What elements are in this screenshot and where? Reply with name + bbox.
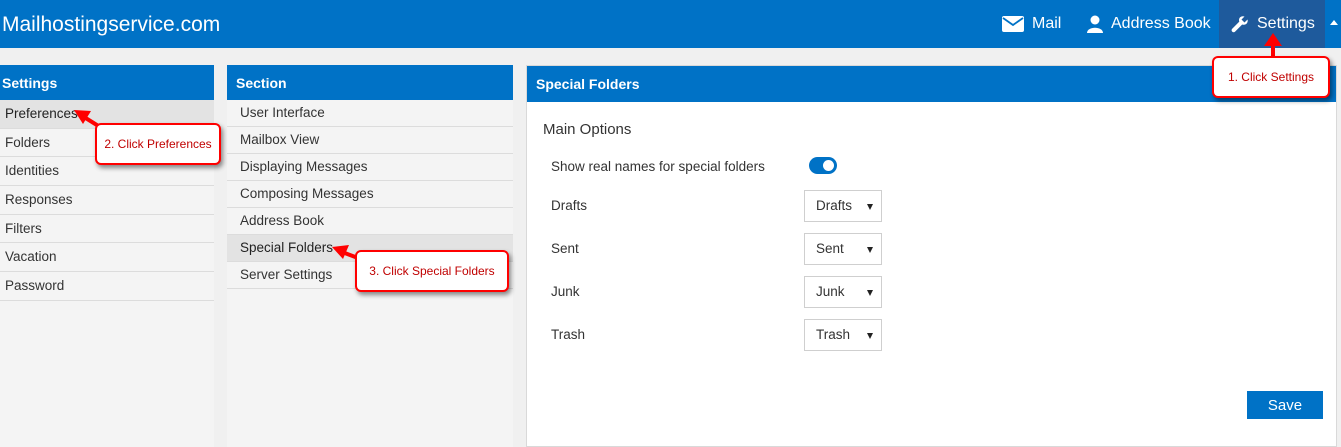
sent-select[interactable]: Sent xyxy=(804,233,882,265)
chevron-down-icon xyxy=(867,247,873,253)
sent-select-value: Sent xyxy=(816,241,844,256)
settings-panel-title: Settings xyxy=(0,65,214,100)
callout-step-3: 3. Click Special Folders xyxy=(355,250,509,292)
chevron-down-icon xyxy=(867,290,873,296)
chevron-down-icon xyxy=(867,204,873,210)
trash-select[interactable]: Trash xyxy=(804,319,882,351)
trash-label: Trash xyxy=(551,327,586,342)
nav-settings[interactable]: Settings xyxy=(1219,0,1325,48)
show-real-names-label: Show real names for special folders xyxy=(551,159,765,174)
callout-step-3-text: 3. Click Special Folders xyxy=(357,252,507,290)
junk-select-value: Junk xyxy=(816,284,845,299)
junk-select[interactable]: Junk xyxy=(804,276,882,308)
nav-settings-label: Settings xyxy=(1257,15,1315,32)
nav-address-book[interactable]: Address Book xyxy=(1087,0,1211,48)
wrench-icon xyxy=(1231,15,1249,33)
nav-mail[interactable]: Mail xyxy=(1002,0,1061,48)
toggle-knob xyxy=(823,160,834,171)
callout-step-2-text: 2. Click Preferences xyxy=(97,125,219,163)
settings-item-vacation[interactable]: Vacation xyxy=(0,243,214,273)
brand-logo[interactable]: Mailhostingservice.com xyxy=(2,13,220,37)
settings-item-filters[interactable]: Filters xyxy=(0,215,214,244)
show-real-names-toggle[interactable] xyxy=(809,157,837,174)
section-item-displaying-messages[interactable]: Displaying Messages xyxy=(227,154,513,181)
save-button[interactable]: Save xyxy=(1247,391,1323,419)
special-folders-panel: Special Folders Main Options Show real n… xyxy=(526,65,1337,447)
section-panel-title: Section xyxy=(227,65,513,100)
drafts-label: Drafts xyxy=(551,198,588,213)
chevron-down-icon xyxy=(867,333,873,339)
section-item-mailbox-view[interactable]: Mailbox View xyxy=(227,127,513,154)
callout-step-1: 1. Click Settings xyxy=(1212,56,1330,98)
callout-step-1-text: 1. Click Settings xyxy=(1214,58,1328,96)
top-bar: Mailhostingservice.com Mail Address Book… xyxy=(0,0,1341,48)
settings-item-password[interactable]: Password xyxy=(0,272,214,301)
envelope-icon xyxy=(1002,16,1024,32)
callout-step-2: 2. Click Preferences xyxy=(95,123,221,165)
section-item-user-interface[interactable]: User Interface xyxy=(227,100,513,127)
caret-up-icon[interactable] xyxy=(1330,20,1338,25)
section-item-composing-messages[interactable]: Composing Messages xyxy=(227,181,513,208)
drafts-select[interactable]: Drafts xyxy=(804,190,882,222)
user-icon xyxy=(1087,15,1103,33)
settings-item-responses[interactable]: Responses xyxy=(0,186,214,215)
nav-mail-label: Mail xyxy=(1032,15,1062,32)
sent-label: Sent xyxy=(551,241,579,256)
section-item-address-book[interactable]: Address Book xyxy=(227,208,513,235)
trash-select-value: Trash xyxy=(816,327,851,342)
main-options-heading: Main Options xyxy=(543,121,632,138)
nav-address-book-label: Address Book xyxy=(1111,15,1211,32)
drafts-select-value: Drafts xyxy=(816,198,853,213)
junk-label: Junk xyxy=(551,284,580,299)
